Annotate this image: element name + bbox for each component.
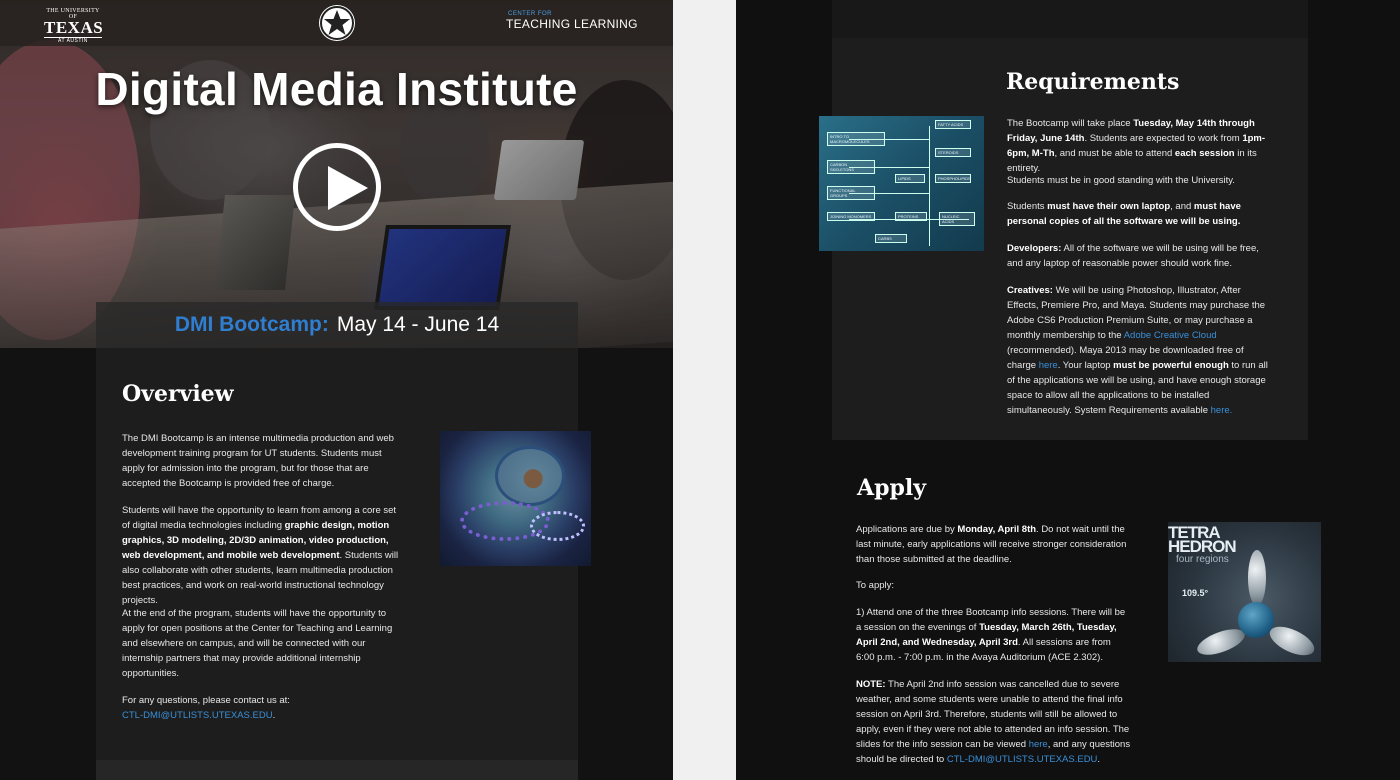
star-icon[interactable]: [319, 5, 355, 41]
requirements-developers: Developers: All of the software we will …: [1007, 243, 1259, 269]
maya-download-link[interactable]: here: [1039, 360, 1058, 371]
overview-contact: For any questions, please contact us at:…: [122, 695, 290, 721]
requirements-heading: Requirements: [1006, 69, 1180, 95]
info-slides-link[interactable]: here: [1029, 739, 1048, 750]
system-requirements-link[interactable]: here.: [1211, 405, 1233, 416]
top-card-stub: [832, 0, 1308, 38]
cell-illustration: [440, 431, 591, 566]
requirements-paragraph-1: The Bootcamp will take place Tuesday, Ma…: [1007, 118, 1266, 174]
contact-email-link[interactable]: CTL-DMI@UTLISTS.UTEXAS.EDU: [122, 710, 273, 721]
play-button[interactable]: [293, 143, 381, 231]
site-header: THE UNIVERSITY OF TEXAS AT AUSTIN CENTER…: [0, 0, 673, 46]
ut-austin-logo[interactable]: THE UNIVERSITY OF TEXAS AT AUSTIN: [44, 8, 104, 44]
overview-paragraph-2: Students will have the opportunity to le…: [122, 505, 399, 606]
requirements-creatives: Creatives: We will be using Photoshop, I…: [1007, 285, 1268, 416]
apply-paragraph-3: 1) Attend one of the three Bootcamp info…: [856, 607, 1126, 663]
overview-paragraph-1: The DMI Bootcamp is an intense multimedi…: [122, 433, 394, 489]
bootcamp-dates: May 14 - June 14: [336, 313, 500, 336]
right-page: INTRO TO MACROMOLECULES CARBON SKELETONS…: [736, 0, 1400, 780]
overview-card-footer: [96, 760, 578, 780]
play-icon: [328, 166, 368, 210]
overview-paragraph-3: At the end of the program, students will…: [122, 608, 393, 679]
requirements-paragraph-2: Students must be in good standing with t…: [1007, 175, 1235, 186]
adobe-creative-cloud-link[interactable]: Adobe Creative Cloud: [1124, 330, 1217, 341]
bootcamp-banner: DMI Bootcamp: May 14 - June 14: [96, 302, 578, 348]
ut-logo-big: TEXAS: [44, 18, 104, 37]
macromolecules-flowchart: INTRO TO MACROMOLECULES CARBON SKELETONS…: [819, 116, 984, 251]
apply-note: NOTE: The April 2nd info session was can…: [856, 679, 1131, 765]
left-page: THE UNIVERSITY OF TEXAS AT AUSTIN CENTER…: [0, 0, 673, 780]
ctl-logo[interactable]: CENTER FOR TEACHING LEARNING: [506, 11, 638, 31]
overview-heading: Overview: [122, 381, 234, 407]
tetrahedron-illustration: TETRA HEDRON four regions 109.5°: [1168, 522, 1321, 662]
bootcamp-label: DMI Bootcamp:: [174, 313, 329, 336]
apply-paragraph-1: Applications are due by Monday, April 8t…: [856, 524, 1127, 565]
hero-title: Digital Media Institute: [95, 63, 578, 115]
requirements-paragraph-3: Students must have their own laptop, and…: [1007, 201, 1241, 227]
apply-email-link[interactable]: CTL-DMI@UTLISTS.UTEXAS.EDU: [947, 754, 1098, 765]
ctl-logo-main: TEACHING LEARNING: [506, 17, 638, 31]
apply-paragraph-2: To apply:: [856, 580, 895, 591]
ut-logo-sub: AT AUSTIN: [44, 37, 102, 44]
apply-heading: Apply: [857, 475, 926, 501]
